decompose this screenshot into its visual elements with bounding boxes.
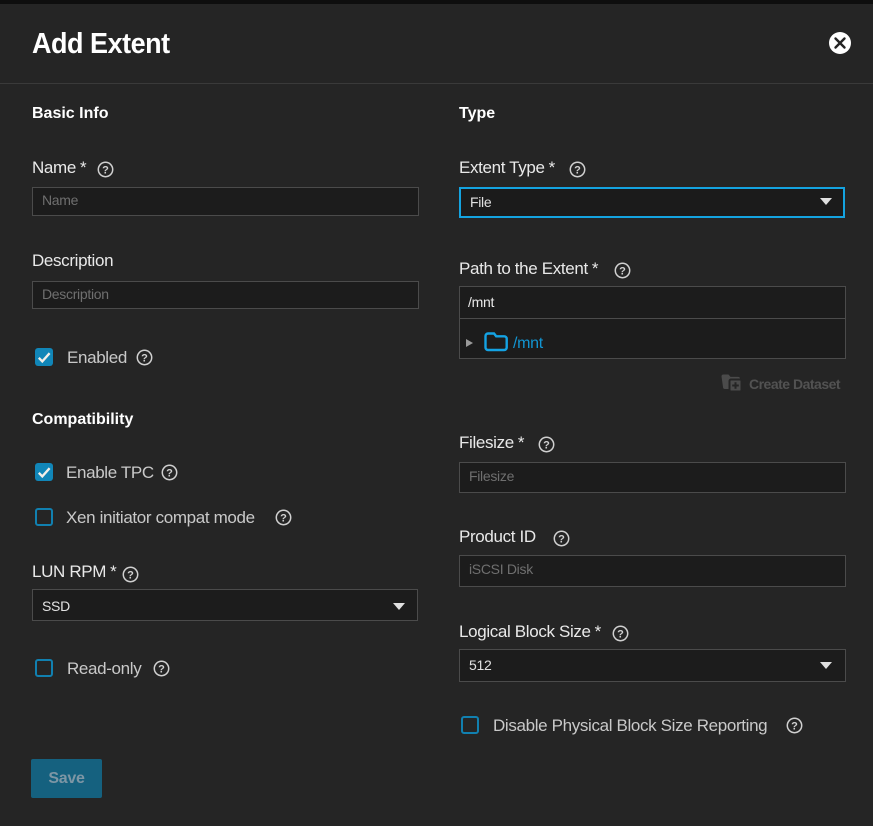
svg-text:?: ? xyxy=(791,720,798,732)
svg-text:?: ? xyxy=(166,467,173,479)
svg-text:?: ? xyxy=(543,439,550,451)
svg-text:?: ? xyxy=(619,265,626,277)
svg-text:?: ? xyxy=(617,628,624,640)
svg-text:?: ? xyxy=(574,164,581,176)
svg-text:?: ? xyxy=(158,663,165,675)
svg-text:?: ? xyxy=(558,533,565,545)
svg-text:?: ? xyxy=(102,164,109,176)
svg-text:?: ? xyxy=(280,512,287,524)
svg-text:?: ? xyxy=(127,569,134,581)
svg-text:?: ? xyxy=(141,352,148,364)
